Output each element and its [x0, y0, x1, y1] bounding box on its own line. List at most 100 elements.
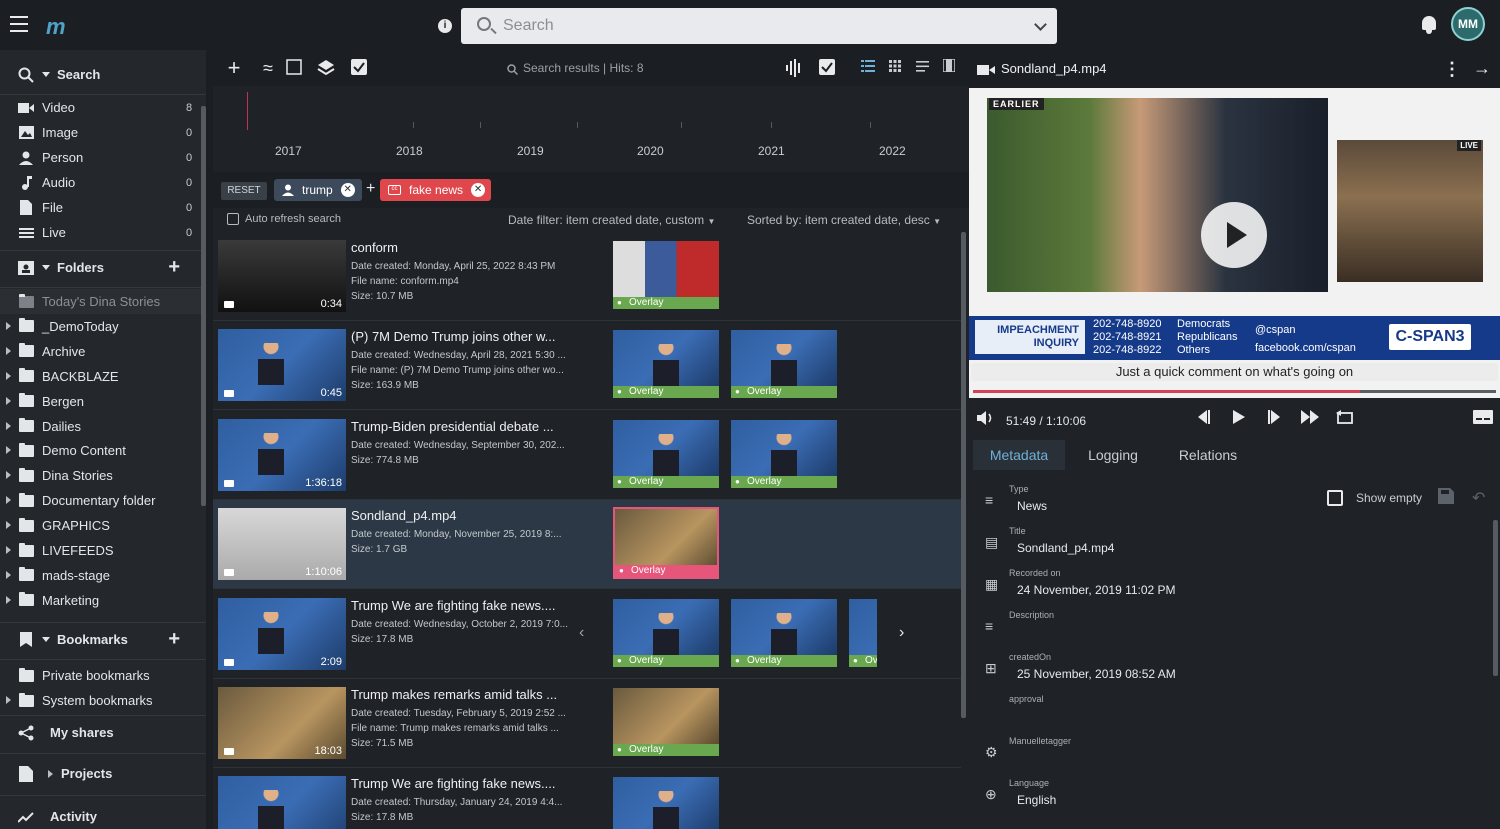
- overlay-thumbnail[interactable]: Overlay: [849, 598, 877, 667]
- sidebar-item-person[interactable]: Person 0: [0, 145, 206, 170]
- overlay-thumbnail[interactable]: Overlay: [613, 777, 719, 829]
- step-forward-icon[interactable]: [1267, 410, 1283, 429]
- result-row[interactable]: 2:09 Trump We are fighting fake news.... D…: [213, 590, 961, 679]
- overlay-thumbnail[interactable]: Overlay: [613, 419, 719, 488]
- field-value[interactable]: 24 November, 2019 11:02 PM: [1017, 583, 1176, 597]
- add-bookmark-icon[interactable]: +: [168, 628, 180, 651]
- expand-icon[interactable]: [6, 595, 11, 604]
- sidebar-item-activity[interactable]: Activity: [0, 804, 206, 829]
- search-input[interactable]: [503, 14, 1003, 38]
- text-view-icon[interactable]: [913, 59, 931, 77]
- auto-refresh-checkbox[interactable]: [227, 213, 239, 225]
- expand-icon[interactable]: [6, 496, 11, 505]
- result-thumbnail[interactable]: 1:10:06: [218, 508, 346, 581]
- expand-icon[interactable]: [6, 521, 11, 530]
- avatar[interactable]: MM: [1451, 7, 1485, 41]
- metadata-scrollbar[interactable]: [1493, 520, 1498, 676]
- result-thumbnail[interactable]: 1:36:18: [218, 418, 346, 491]
- metadata-field[interactable]: approval: [975, 690, 1490, 730]
- add-folder-icon[interactable]: +: [168, 256, 180, 279]
- video-player[interactable]: EARLIER LIVE IMPEACHMENT INQUIRY 202-748-…: [969, 88, 1500, 398]
- result-title[interactable]: conform: [351, 240, 571, 255]
- filter-chip-fake-news[interactable]: cc fake news ✕: [380, 179, 491, 201]
- tab-metadata[interactable]: Metadata: [973, 440, 1065, 470]
- result-thumbnail[interactable]: 0:45: [218, 329, 346, 402]
- add-icon[interactable]: +: [225, 57, 243, 79]
- overlay-thumbnail[interactable]: Overlay: [731, 419, 837, 488]
- result-title[interactable]: Trump makes remarks amid talks ...: [351, 687, 571, 702]
- folder-item[interactable]: LIVEFEEDS: [0, 538, 206, 563]
- reset-button[interactable]: RESET: [221, 182, 267, 200]
- select-box-icon[interactable]: [285, 59, 303, 77]
- sort-dropdown[interactable]: Sorted by: item created date, desc ▼: [747, 213, 941, 227]
- info-icon[interactable]: i: [438, 19, 452, 33]
- expand-icon[interactable]: [6, 371, 11, 380]
- result-thumbnail[interactable]: 18:03: [218, 687, 346, 759]
- folder-item[interactable]: GRAPHICS: [0, 513, 206, 538]
- list-view-icon[interactable]: [859, 59, 877, 77]
- chevron-left-icon[interactable]: ‹: [579, 624, 584, 642]
- sidebar-search[interactable]: Search: [0, 62, 206, 87]
- overlay-thumbnail[interactable]: Overlay: [613, 507, 719, 580]
- folder-item[interactable]: Archive: [0, 339, 206, 364]
- waves-icon[interactable]: ≈: [259, 59, 277, 77]
- step-back-icon[interactable]: [1195, 410, 1211, 429]
- result-row[interactable]: 0:34 conform Date created: Monday, April 2…: [213, 232, 961, 321]
- close-icon[interactable]: ✕: [471, 183, 486, 197]
- folder-item[interactable]: Dailies: [0, 414, 206, 439]
- overlay-thumbnail[interactable]: Overlay: [613, 688, 719, 756]
- checkbox-checked-icon[interactable]: [818, 59, 836, 77]
- metadata-field[interactable]: ⚙ Manuelletagger: [975, 732, 1490, 772]
- arrow-right-icon[interactable]: →: [1473, 58, 1491, 79]
- search-box[interactable]: [461, 8, 1057, 44]
- result-title[interactable]: (P) 7M Demo Trump joins other w...: [351, 329, 571, 344]
- overlay-thumbnail[interactable]: Overlay: [731, 330, 837, 399]
- folders-header[interactable]: Folders +: [0, 255, 206, 280]
- waveform-icon[interactable]: [785, 59, 803, 77]
- result-thumbnail[interactable]: 2:09: [218, 597, 346, 670]
- folder-item[interactable]: Today's Dina Stories: [0, 289, 206, 314]
- expand-icon[interactable]: [6, 471, 11, 480]
- grid-view-icon[interactable]: [886, 59, 904, 77]
- metadata-field[interactable]: ▦ Recorded on 24 November, 2019 11:02 PM: [975, 564, 1490, 604]
- metadata-field[interactable]: ⊞ createdOn 25 November, 2019 08:52 AM: [975, 648, 1490, 688]
- fast-forward-icon[interactable]: [1301, 410, 1319, 429]
- checkbox-checked-icon[interactable]: [350, 59, 368, 77]
- loop-icon[interactable]: [1336, 410, 1356, 431]
- folder-item[interactable]: Bergen: [0, 389, 206, 414]
- subtitles-icon[interactable]: [1473, 410, 1493, 429]
- results-scrollbar[interactable]: [961, 232, 966, 718]
- volume-icon[interactable]: [977, 410, 995, 431]
- bookmark-item[interactable]: Private bookmarks: [0, 663, 206, 688]
- overlay-thumbnail[interactable]: Overlay: [613, 330, 719, 399]
- sidebar-scrollbar[interactable]: [201, 106, 206, 506]
- folder-item[interactable]: _DemoToday: [0, 314, 206, 339]
- expand-icon[interactable]: [6, 321, 11, 330]
- field-value[interactable]: English: [1017, 793, 1056, 807]
- folder-item[interactable]: Marketing: [0, 588, 206, 613]
- menu-icon[interactable]: [10, 16, 28, 32]
- result-row[interactable]: Trump We are fighting fake news.... Date …: [213, 768, 961, 829]
- play-icon[interactable]: [1201, 202, 1267, 268]
- sidebar-item-projects[interactable]: Projects: [0, 761, 206, 786]
- more-vert-icon[interactable]: ⋮: [1443, 59, 1461, 80]
- filter-chip-trump[interactable]: trump ✕: [274, 179, 362, 201]
- result-title[interactable]: Trump We are fighting fake news....: [351, 776, 571, 791]
- chevron-right-icon[interactable]: ›: [899, 624, 904, 642]
- bell-icon[interactable]: [1420, 14, 1438, 34]
- result-title[interactable]: Trump We are fighting fake news....: [351, 598, 571, 613]
- folder-item[interactable]: BACKBLAZE: [0, 364, 206, 389]
- overlay-thumbnail[interactable]: Overlay: [613, 241, 719, 309]
- field-value[interactable]: 25 November, 2019 08:52 AM: [1017, 667, 1176, 681]
- layers-icon[interactable]: [317, 59, 335, 77]
- date-filter-dropdown[interactable]: Date filter: item created date, custom ▼: [508, 213, 715, 227]
- expand-icon[interactable]: [6, 570, 11, 579]
- sidebar-item-audio[interactable]: Audio 0: [0, 170, 206, 195]
- tab-relations[interactable]: Relations: [1165, 440, 1251, 470]
- sidebar-item-image[interactable]: Image 0: [0, 120, 206, 145]
- result-thumbnail[interactable]: 0:34: [218, 240, 346, 312]
- overlay-thumbnail[interactable]: Overlay: [613, 598, 719, 667]
- chevron-down-icon[interactable]: [1034, 18, 1047, 31]
- overlay-thumbnail[interactable]: Overlay: [731, 598, 837, 667]
- folder-item[interactable]: mads-stage: [0, 563, 206, 588]
